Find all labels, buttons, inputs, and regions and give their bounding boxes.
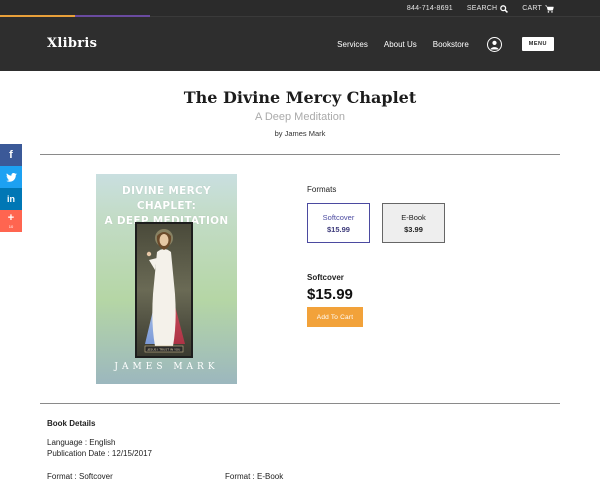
nav-bookstore[interactable]: Bookstore xyxy=(433,40,469,49)
search-icon xyxy=(500,4,509,13)
plus-icon: + xyxy=(7,212,15,224)
twitter-share-button[interactable] xyxy=(0,166,22,188)
main-nav: Services About Us Bookstore MENU xyxy=(337,17,554,71)
selected-price: $15.99 xyxy=(307,286,353,303)
cart-label: CART xyxy=(522,5,542,12)
facebook-share-button[interactable]: f xyxy=(0,144,22,166)
cart-link[interactable]: CART xyxy=(522,5,554,13)
add-to-cart-button[interactable]: Add To Cart xyxy=(307,307,363,327)
book-cover-image: DIVINE MERCY CHAPLET: A DEEP MEDITATION xyxy=(96,174,237,384)
details-divider xyxy=(40,403,560,404)
utility-links: 844-714-8691 SEARCH CART xyxy=(407,0,554,17)
search-link[interactable]: SEARCH xyxy=(466,4,509,13)
formats-label: Formats xyxy=(307,185,337,194)
xlibris-logo[interactable]: Xlibris xyxy=(47,36,97,51)
format-option-softcover[interactable]: Softcover $15.99 xyxy=(307,203,370,243)
detail-publication-date: Publication Date : 12/15/2017 xyxy=(47,449,152,458)
divine-mercy-painting: JESUS I TRUST IN YOU xyxy=(135,222,193,358)
detail-format-ebook: Format : E-Book xyxy=(225,472,284,480)
facebook-icon: f xyxy=(9,149,13,161)
book-details-heading: Book Details xyxy=(47,419,96,428)
user-icon xyxy=(490,40,499,50)
format-price: $15.99 xyxy=(327,225,350,234)
phone-link[interactable]: 844-714-8691 xyxy=(407,5,453,12)
book-title: The Divine Mercy Chaplet xyxy=(183,88,417,107)
twitter-icon xyxy=(5,172,17,182)
format-name: E-Book xyxy=(401,213,426,222)
nav-about-us[interactable]: About Us xyxy=(384,40,417,49)
more-share-button[interactable]: + 10 xyxy=(0,210,22,232)
book-byline: by James Mark xyxy=(274,129,326,138)
share-count: 10 xyxy=(8,224,14,229)
search-label: SEARCH xyxy=(466,5,498,12)
linkedin-share-button[interactable]: in xyxy=(0,188,22,210)
title-divider xyxy=(40,154,560,155)
top-utility-bar: 844-714-8691 SEARCH CART xyxy=(0,0,600,17)
menu-button[interactable]: MENU xyxy=(521,37,554,51)
cover-banner-text: JESUS I TRUST IN YOU xyxy=(147,348,181,352)
cart-icon xyxy=(545,5,554,13)
format-option-ebook[interactable]: E-Book $3.99 xyxy=(382,203,445,243)
nav-services[interactable]: Services xyxy=(337,40,368,49)
format-name: Softcover xyxy=(322,213,355,222)
detail-format-softcover: Format : Softcover xyxy=(47,472,113,480)
jesus-figure-illustration: JESUS I TRUST IN YOU xyxy=(137,224,191,356)
cover-author-name: JAMES MARK xyxy=(114,362,219,372)
format-price: $3.99 xyxy=(404,225,423,234)
account-icon[interactable] xyxy=(486,36,502,52)
social-share-bar: f in + 10 xyxy=(0,144,22,232)
site-header: Xlibris Services About Us Bookstore MENU xyxy=(0,17,600,71)
detail-language: Language : English xyxy=(47,438,116,447)
cover-title-line-1: DIVINE MERCY CHAPLET: xyxy=(122,185,211,212)
book-subtitle: A Deep Meditation xyxy=(255,111,345,123)
linkedin-icon: in xyxy=(7,194,15,204)
selected-format-label: Softcover xyxy=(307,273,344,282)
